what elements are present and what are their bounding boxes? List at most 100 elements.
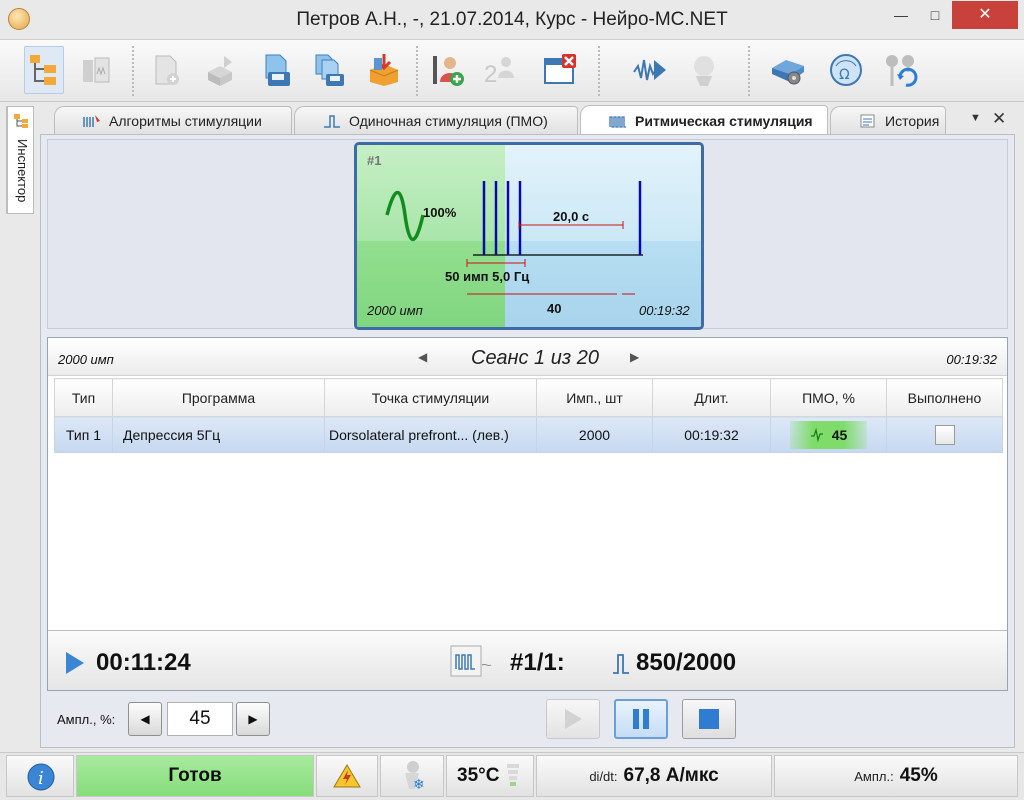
tab-single-pulse[interactable]: Одиночная стимуляция (ПМО) [294,106,578,134]
new-doc-icon [155,55,179,85]
play-icon [565,709,582,729]
row-done-checkbox[interactable] [934,424,955,445]
sync-button[interactable] [880,46,920,94]
col-point[interactable]: Точка стимуляции [324,378,537,417]
card-total-pulses: 2000 имп [367,303,423,318]
col-duration[interactable]: Длит. [652,378,771,417]
card-train: 50 имп 5,0 Гц [445,269,530,284]
maximize-button[interactable]: □ [918,1,952,29]
import-icon [369,54,399,86]
temperature-value: 35°C [457,765,500,786]
didt-label: di/dt: [589,768,618,784]
col-pulses[interactable]: Имп., шт [536,378,653,417]
card-number: #1 [367,153,382,168]
pulse-count: 850/2000 [636,649,737,676]
minimize-button[interactable]: — [884,1,918,29]
tab-close-icon[interactable]: ✕ [992,109,1006,129]
ampl-indicator: Ампл.: 45% [774,755,1018,797]
prev-session-icon[interactable]: ◀ [418,350,427,364]
card-diagram [385,181,643,295]
coil-button[interactable] [684,46,724,94]
export-icon [208,56,232,86]
rhythm-icon [609,115,626,128]
cooling-indicator[interactable]: ❄ [380,755,444,797]
save-button[interactable] [256,46,296,94]
rhythm-content: #1 100% 20,0 с 50 имп 5,0 Гц 40 2000 имп… [40,134,1015,748]
row-pmo: 45 [831,426,848,443]
col-program[interactable]: Программа [112,378,325,417]
tab-algorithms[interactable]: Алгоритмы стимуляции [54,106,292,134]
col-pmo[interactable]: ПМО, % [770,378,887,417]
impedance-icon: Ω [830,54,862,86]
minimize-icon: — [894,7,908,23]
cooling-icon: ❄ [405,761,425,793]
temperature-indicator: 35°C [446,755,534,797]
row-pulses: 2000 [536,416,653,453]
save-all-button[interactable] [310,46,350,94]
signal-play-icon [633,59,666,81]
table-header-row: Тип Программа Точка стимуляции Имп., шт … [54,378,1003,417]
svg-text:Ω: Ω [839,67,850,83]
toolbar-separator [130,46,136,96]
new-patient-icon [433,56,464,86]
ampl-increase-button[interactable]: ▶ [236,702,270,736]
sync-icon [886,55,918,87]
row-done-cell [886,416,1003,453]
toolbar-separator [596,46,602,96]
settings-device-icon [772,60,804,85]
chevron-left-icon: ◀ [140,712,150,726]
card-duration: 00:19:32 [639,303,690,318]
session-duration: 00:19:32 [946,352,997,367]
impedance-button[interactable]: Ω [826,46,866,94]
session-title: Сеанс 1 из 20 [471,347,599,369]
tab-rhythm-label: Ритмическая стимуляция [635,112,813,129]
inspector-tab[interactable]: Инспектор [6,106,34,214]
ampl-decrease-button[interactable]: ◀ [128,702,162,736]
new-document-button[interactable] [146,46,186,94]
title-bar: Петров А.Н., -, 21.07.2014, Курс - Нейро… [0,0,1024,40]
maximize-icon: □ [930,7,940,23]
save-all-icon [315,54,344,86]
close-button[interactable]: ✕ [952,1,1018,29]
tab-rhythm[interactable]: Ритмическая стимуляция [580,105,828,135]
status-ready: Готов [76,755,314,797]
tab-history[interactable]: История [830,106,946,134]
col-type[interactable]: Тип [54,378,113,417]
algorithm-icon [83,114,100,127]
signal-play-button[interactable] [630,46,670,94]
play-button[interactable] [546,699,600,739]
svg-text:❄: ❄ [413,777,425,793]
export-button[interactable] [200,46,240,94]
close-icon: ✕ [978,6,992,23]
card-interval: 20,0 с [553,209,590,224]
next-session-icon[interactable]: ▶ [630,350,639,364]
temperature-bars-icon [507,764,520,786]
svg-text:2: 2 [484,61,497,88]
device-button[interactable] [76,46,116,94]
import-button[interactable] [364,46,404,94]
program-progress: #1/1: [510,649,565,676]
new-patient-button[interactable] [428,46,468,94]
didt-value: 67,8 А/мкс [623,765,719,786]
tree-button[interactable] [24,46,64,94]
col-done[interactable]: Выполнено [886,378,1003,417]
info-icon: i [27,763,55,791]
patients-button[interactable]: 2 [480,46,520,94]
tab-menu-icon[interactable]: ▼ [970,112,981,124]
stop-button[interactable] [682,699,736,739]
info-button[interactable]: i [6,755,74,797]
toolbar-separator [746,46,752,96]
patients-icon: 2 [484,57,514,88]
status-ready-label: Готов [168,765,222,786]
svg-text:i: i [38,768,44,789]
pause-button[interactable] [614,699,668,739]
protocol-card[interactable]: #1 100% 20,0 с 50 имп 5,0 Гц 40 2000 имп… [354,142,704,330]
device-icon [83,57,110,83]
warning-indicator[interactable] [316,755,378,797]
close-window-button[interactable] [540,46,580,94]
device-settings-button[interactable] [768,46,808,94]
ampl-input[interactable]: 45 [167,702,233,736]
session-panel: 2000 имп ◀ Сеанс 1 из 20 ▶ 00:19:32 Тип … [47,337,1008,691]
save-icon [265,54,290,86]
table-row[interactable]: Тип 1 Депрессия 5Гц Dorsolateral prefron… [54,416,1003,453]
